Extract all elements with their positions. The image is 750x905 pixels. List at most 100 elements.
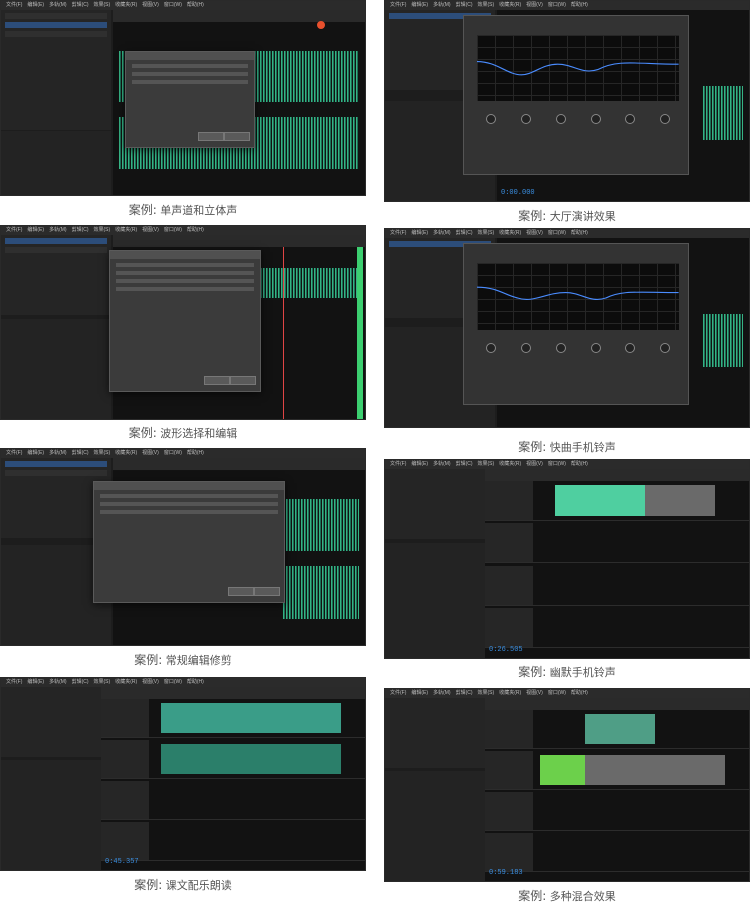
cancel-button[interactable]: [230, 376, 256, 385]
timeline-ruler[interactable]: [113, 235, 365, 247]
menu-item[interactable]: 视图(V): [526, 461, 543, 467]
timeline-ruler[interactable]: [113, 10, 365, 22]
waveform-right-channel[interactable]: [283, 566, 359, 619]
menu-item[interactable]: 帮助(H): [187, 227, 204, 233]
cancel-button[interactable]: [224, 132, 250, 141]
menu-item[interactable]: 文件(F): [390, 690, 406, 696]
knob[interactable]: [555, 113, 566, 124]
menu-item[interactable]: 收藏夹(R): [115, 227, 137, 233]
eq-graph[interactable]: [477, 34, 680, 102]
menu-item[interactable]: 收藏夹(R): [115, 2, 137, 8]
waveform[interactable]: [703, 86, 743, 140]
file-item[interactable]: [5, 31, 107, 37]
menu-item[interactable]: 帮助(H): [187, 450, 204, 456]
ok-button[interactable]: [204, 376, 230, 385]
menu-item[interactable]: 多轨(M): [433, 690, 451, 696]
menu-item[interactable]: 多轨(M): [433, 230, 451, 236]
menu-item[interactable]: 编辑(E): [27, 227, 44, 233]
audio-clip[interactable]: [540, 754, 585, 785]
menu-item[interactable]: 视图(V): [142, 679, 159, 685]
menu-item[interactable]: 效果(S): [478, 230, 495, 236]
knob[interactable]: [660, 113, 671, 124]
menu-item[interactable]: 文件(F): [6, 679, 22, 685]
menu-item[interactable]: 编辑(E): [411, 461, 428, 467]
knob[interactable]: [590, 113, 601, 124]
menu-item[interactable]: 收藏夹(R): [499, 2, 521, 8]
file-item[interactable]: [5, 461, 107, 467]
track-controls[interactable]: [485, 481, 533, 520]
file-item[interactable]: [5, 22, 107, 28]
menu-item[interactable]: 效果(S): [94, 679, 111, 685]
audio-clip[interactable]: [585, 713, 655, 744]
track-controls[interactable]: [101, 781, 149, 819]
menu-item[interactable]: 视图(V): [142, 227, 159, 233]
menu-item[interactable]: 编辑(E): [27, 450, 44, 456]
menu-item[interactable]: 多轨(M): [49, 227, 67, 233]
menu-item[interactable]: 窗口(W): [548, 461, 566, 467]
menu-item[interactable]: 效果(S): [478, 690, 495, 696]
waveform[interactable]: [703, 313, 743, 367]
track-controls[interactable]: [485, 792, 533, 830]
menu-item[interactable]: 收藏夹(R): [499, 461, 521, 467]
menu-item[interactable]: 效果(S): [478, 461, 495, 467]
audio-clip[interactable]: [161, 743, 341, 774]
menu-item[interactable]: 收藏夹(R): [115, 679, 137, 685]
menu-item[interactable]: 剪辑(C): [72, 227, 89, 233]
menu-item[interactable]: 文件(F): [6, 2, 22, 8]
track-controls[interactable]: [485, 523, 533, 563]
knob[interactable]: [660, 343, 671, 354]
knob[interactable]: [486, 113, 497, 124]
ok-button[interactable]: [228, 587, 254, 596]
knob[interactable]: [486, 343, 497, 354]
menu-item[interactable]: 剪辑(C): [72, 679, 89, 685]
menu-item[interactable]: 编辑(E): [27, 2, 44, 8]
menu-item[interactable]: 剪辑(C): [456, 690, 473, 696]
menu-item[interactable]: 剪辑(C): [72, 2, 89, 8]
menu-item[interactable]: 剪辑(C): [456, 2, 473, 8]
menu-item[interactable]: 窗口(W): [548, 2, 566, 8]
timeline-ruler[interactable]: [113, 458, 365, 470]
menu-item[interactable]: 剪辑(C): [456, 461, 473, 467]
menu-item[interactable]: 视图(V): [142, 450, 159, 456]
menu-item[interactable]: 窗口(W): [548, 230, 566, 236]
menu-item[interactable]: 多轨(M): [433, 2, 451, 8]
menu-item[interactable]: 多轨(M): [433, 461, 451, 467]
eq-graph[interactable]: [477, 263, 680, 331]
cancel-button[interactable]: [254, 587, 280, 596]
menu-item[interactable]: 多轨(M): [49, 450, 67, 456]
menu-item[interactable]: 剪辑(C): [72, 450, 89, 456]
menu-item[interactable]: 文件(F): [390, 461, 406, 467]
menu-item[interactable]: 视图(V): [142, 2, 159, 8]
audio-clip[interactable]: [161, 702, 341, 733]
menu-item[interactable]: 效果(S): [94, 2, 111, 8]
menu-item[interactable]: 效果(S): [94, 450, 111, 456]
knob[interactable]: [521, 343, 532, 354]
track-controls[interactable]: [101, 740, 149, 778]
menu-item[interactable]: 收藏夹(R): [499, 690, 521, 696]
menu-item[interactable]: 窗口(W): [164, 227, 182, 233]
track-controls[interactable]: [485, 608, 533, 648]
knob[interactable]: [590, 343, 601, 354]
file-item[interactable]: [5, 13, 107, 19]
menu-item[interactable]: 编辑(E): [27, 679, 44, 685]
track-controls[interactable]: [485, 710, 533, 748]
ok-button[interactable]: [198, 132, 224, 141]
knob[interactable]: [521, 113, 532, 124]
menu-item[interactable]: 窗口(W): [548, 690, 566, 696]
menu-item[interactable]: 多轨(M): [49, 2, 67, 8]
menu-item[interactable]: 帮助(H): [187, 679, 204, 685]
menu-item[interactable]: 帮助(H): [187, 2, 204, 8]
menu-item[interactable]: 视图(V): [526, 690, 543, 696]
menu-item[interactable]: 文件(F): [390, 230, 406, 236]
menu-item[interactable]: 帮助(H): [571, 690, 588, 696]
playhead[interactable]: [283, 247, 284, 419]
menu-item[interactable]: 编辑(E): [411, 2, 428, 8]
menu-item[interactable]: 窗口(W): [164, 679, 182, 685]
audio-clip[interactable]: [555, 484, 645, 517]
waveform-left-channel[interactable]: [283, 499, 359, 552]
track-controls[interactable]: [485, 565, 533, 605]
file-item[interactable]: [5, 247, 107, 253]
menu-item[interactable]: 编辑(E): [411, 690, 428, 696]
menu-item[interactable]: 收藏夹(R): [115, 450, 137, 456]
track-controls[interactable]: [101, 699, 149, 737]
